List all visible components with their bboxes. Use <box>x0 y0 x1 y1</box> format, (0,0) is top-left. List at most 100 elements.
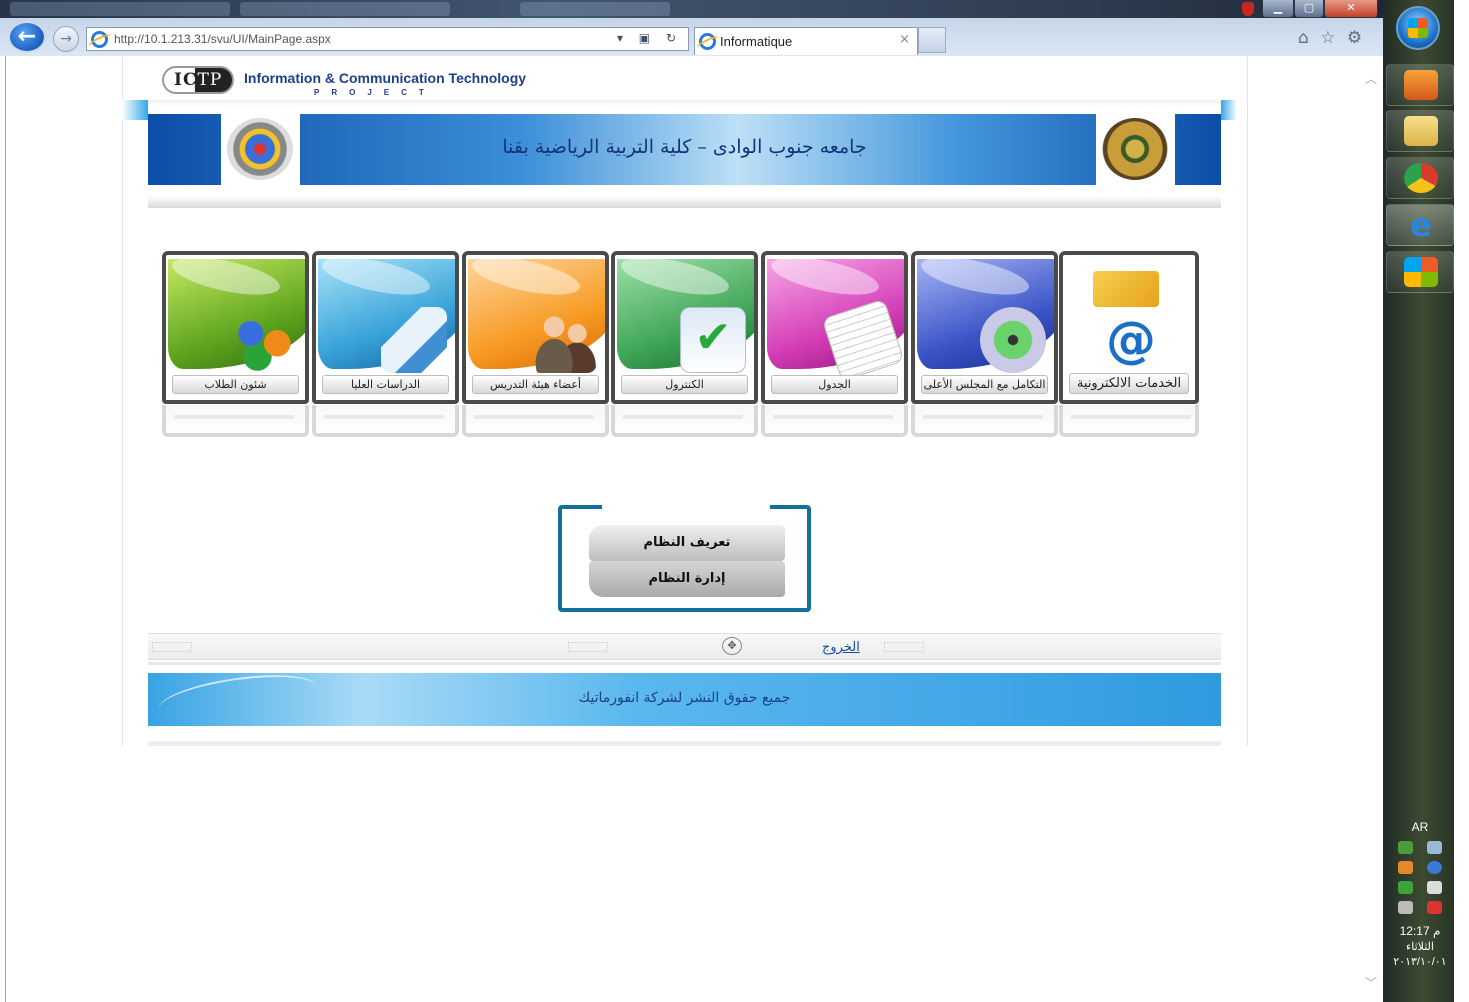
disc-globe-icon <box>980 307 1046 373</box>
language-indicator[interactable]: AR <box>1386 820 1454 834</box>
module-label: التكامل مع المجلس الأعلى <box>921 375 1048 394</box>
ie-tab-icon <box>699 33 716 50</box>
nav-bar-ornament <box>884 642 924 652</box>
nav-bar-ornament <box>568 642 608 652</box>
close-window-button[interactable]: ✕ <box>1324 0 1378 18</box>
home-navigation-icon[interactable]: ✥ <box>722 637 742 655</box>
clock-date: ٢٠١٣/١٠/٠١ <box>1393 956 1447 968</box>
browser-toolbar-right: ⌂ ☆ ⚙ <box>1298 28 1368 48</box>
chrome-icon <box>1404 163 1438 193</box>
blurred-taskbar-preview <box>520 2 670 16</box>
banner-title: جامعه جنوب الوادى – كلية التربية الرياضي… <box>502 136 867 158</box>
system-tray: AR 12:17 م الثلاثاء ٢٠١٣/١٠/٠١ <box>1386 820 1454 968</box>
page-bottom-line <box>148 741 1221 746</box>
org-name: Information & Communication Technology <box>244 70 527 86</box>
students-group-icon <box>231 307 297 373</box>
university-seal-icon <box>1102 118 1168 180</box>
module-graduate-studies[interactable]: الدراسات العليا <box>312 251 459 404</box>
module-supreme-council[interactable]: التكامل مع المجلس الأعلى <box>911 251 1058 404</box>
security-shield-icon <box>1242 2 1254 16</box>
taskbar-chrome[interactable] <box>1386 157 1454 199</box>
university-logo <box>1096 114 1175 185</box>
forward-button[interactable]: → <box>53 26 79 52</box>
banner-edge-left <box>122 100 148 120</box>
network-icon[interactable] <box>1398 841 1413 854</box>
start-button[interactable] <box>1396 6 1440 50</box>
at-sign-icon: @ <box>1106 311 1156 369</box>
documents-icon <box>381 307 447 373</box>
vertical-scrollbar[interactable]: ︿ ﹀ <box>1361 56 1381 1002</box>
taskbar-media-player[interactable] <box>1386 64 1454 106</box>
module-e-services[interactable]: @ الخدمات الالكترونية <box>1059 251 1199 404</box>
system-menu-box: تعريف النظام إدارة النظام <box>558 504 811 612</box>
ie-page-icon <box>91 31 108 48</box>
module-schedule[interactable]: الجدول <box>761 251 908 404</box>
copyright-banner: جميع حقوق النشر لشركة انفورماتيك <box>148 667 1221 729</box>
banner-edge-right <box>1221 100 1237 120</box>
module-reflection <box>761 405 908 437</box>
antivirus-icon[interactable] <box>1398 881 1413 894</box>
module-teaching-staff[interactable]: أعضاء هيئة التدريس <box>462 251 609 404</box>
back-button[interactable]: ← <box>8 21 46 53</box>
org-subtitle: PROJECT <box>314 88 436 97</box>
copyright-text: جميع حقوق النشر لشركة انفورماتيك <box>578 690 791 706</box>
browser-tab[interactable]: Informatique × <box>694 27 918 55</box>
update-icon[interactable] <box>1398 861 1413 874</box>
module-label: الخدمات الالكترونية <box>1069 373 1189 394</box>
module-label: الكنترول <box>621 375 748 394</box>
window-title-strip <box>0 0 1383 18</box>
address-url[interactable]: http://10.1.213.31/svu/UI/MainPage.aspx <box>114 32 331 46</box>
module-label: الجدول <box>771 375 898 394</box>
module-reflection <box>162 405 309 437</box>
windows-app-icon <box>1404 257 1438 287</box>
staff-people-icon <box>531 307 597 373</box>
scroll-down-arrow-icon[interactable]: ﹀ <box>1365 974 1377 991</box>
clock-time[interactable]: 12:17 م <box>1386 924 1454 938</box>
action-center-flag-icon[interactable] <box>1427 881 1442 894</box>
taskbar-explorer[interactable] <box>1386 110 1454 152</box>
tab-title: Informatique <box>720 34 793 49</box>
maximize-button[interactable]: ▢ <box>1294 0 1324 18</box>
footer-nav-bar <box>148 633 1221 660</box>
module-label: شئون الطلاب <box>172 375 299 394</box>
email-at-icon <box>1093 271 1159 307</box>
module-reflection <box>911 405 1058 437</box>
blurred-taskbar-preview <box>10 2 230 16</box>
module-reflection <box>462 405 609 437</box>
internet-explorer-icon: e <box>1410 206 1432 244</box>
new-tab-button[interactable] <box>918 27 946 53</box>
media-player-icon <box>1404 70 1438 100</box>
security-icon[interactable] <box>1427 861 1442 874</box>
scroll-up-arrow-icon[interactable]: ︿ <box>1365 70 1377 87</box>
blurred-taskbar-preview <box>240 2 450 16</box>
address-bar[interactable]: http://10.1.213.31/svu/UI/MainPage.aspx … <box>86 27 689 51</box>
volume-muted-icon[interactable] <box>1427 901 1442 914</box>
system-definition-button[interactable]: تعريف النظام <box>589 525 785 561</box>
module-students-affairs[interactable]: شئون الطلاب <box>162 251 309 404</box>
minimize-button[interactable]: ▁ <box>1262 0 1294 18</box>
footer-separator <box>148 662 1221 665</box>
module-label: الدراسات العليا <box>322 375 449 394</box>
logout-link[interactable]: الخروج <box>822 640 860 655</box>
university-banner: جامعه جنوب الوادى – كلية التربية الرياضي… <box>148 114 1221 185</box>
tab-close-icon[interactable]: × <box>899 32 910 47</box>
taskbar-internet-explorer[interactable]: e <box>1386 204 1454 246</box>
notification-icon[interactable] <box>1427 841 1442 854</box>
taskbar-app[interactable] <box>1386 251 1454 293</box>
module-label: أعضاء هيئة التدريس <box>472 375 599 394</box>
nav-bar-ornament <box>152 642 192 652</box>
folder-icon <box>1404 116 1438 146</box>
settings-gear-icon[interactable]: ⚙ <box>1347 28 1362 48</box>
checkmark-calendar-icon: ✔ <box>680 307 746 373</box>
monitor-icon[interactable] <box>1398 901 1413 914</box>
home-icon[interactable]: ⌂ <box>1298 28 1309 48</box>
favorites-star-icon[interactable]: ☆ <box>1320 28 1335 48</box>
module-control[interactable]: ✔ الكنترول <box>611 251 758 404</box>
header-divider <box>148 100 1221 106</box>
system-administration-button[interactable]: إدارة النظام <box>589 561 785 597</box>
module-reflection <box>1059 405 1199 437</box>
address-controls[interactable]: ▾ ▣ ↻ <box>617 31 682 45</box>
taskbar-edge <box>1454 0 1469 1002</box>
clock-day: الثلاثاء <box>1406 941 1434 953</box>
module-reflection <box>312 405 459 437</box>
